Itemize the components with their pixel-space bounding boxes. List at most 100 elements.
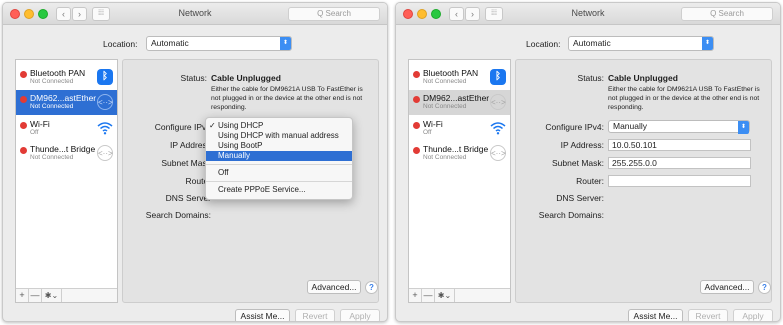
- service-name: DM962...astEther: [30, 93, 97, 103]
- select-arrows-icon: ⬍: [738, 121, 749, 134]
- status-dot: [413, 122, 420, 129]
- location-label: Location:: [526, 39, 561, 49]
- subnet-mask-label: Subnet Mask:: [552, 158, 604, 168]
- service-status: Not Connected: [423, 154, 467, 161]
- network-window-manual-config: ‹ › ⁞⁞⁞ Network Q Search Location: Autom…: [395, 2, 781, 322]
- advanced-button[interactable]: Advanced...: [700, 280, 754, 294]
- assist-me-button[interactable]: Assist Me...: [235, 309, 290, 321]
- service-name: Thunde...t Bridge: [30, 144, 96, 154]
- status-description: Either the cable for DM9621A USB To Fast…: [211, 86, 363, 111]
- advanced-button[interactable]: Advanced...: [307, 280, 361, 294]
- configure-ipv4-label: Configure IPv4:: [545, 122, 604, 132]
- status-description: Either the cable for DM9621A USB To Fast…: [608, 86, 760, 111]
- service-list: Bluetooth PAN Not Connected ᛒ DM962...as…: [408, 59, 511, 303]
- apply-button[interactable]: Apply: [340, 309, 380, 321]
- status-dot: [413, 71, 420, 78]
- configure-ipv4-value: Manually: [613, 121, 648, 131]
- service-status: Not Connected: [30, 78, 74, 85]
- remove-service-button[interactable]: —: [422, 289, 435, 302]
- service-usb-ethernet[interactable]: DM962...astEther Not Connected <··>: [409, 90, 510, 115]
- service-wifi[interactable]: Wi-Fi Off: [409, 116, 510, 141]
- wifi-icon: [97, 122, 113, 135]
- status-value: Cable Unplugged: [211, 73, 281, 83]
- checkmark-icon: ✓: [209, 121, 216, 130]
- dns-server-label: DNS Server: [165, 193, 211, 203]
- search-domains-label: Search Domains:: [145, 210, 211, 220]
- service-thunderbolt-bridge[interactable]: Thunde...t Bridge Not Connected <··>: [16, 141, 117, 166]
- help-button[interactable]: ?: [758, 281, 771, 294]
- service-detail-panel: Status: Cable Unplugged Either the cable…: [515, 59, 772, 303]
- help-button[interactable]: ?: [365, 281, 378, 294]
- service-usb-ethernet[interactable]: DM962...astEther Not Connected <··>: [16, 90, 117, 115]
- select-arrows-icon: ⬍: [280, 37, 291, 50]
- ip-address-label: IP Address: [170, 140, 211, 150]
- status-label: Status:: [577, 73, 604, 83]
- menu-item-manually[interactable]: Manually: [206, 151, 352, 161]
- service-list: Bluetooth PAN Not Connected ᛒ DM962...as…: [15, 59, 118, 303]
- status-dot: [20, 147, 27, 154]
- service-name: Wi-Fi: [30, 119, 50, 129]
- service-status: Not Connected: [423, 78, 467, 85]
- menu-item-off[interactable]: Off: [206, 168, 352, 178]
- status-dot: [20, 71, 27, 78]
- remove-service-button[interactable]: —: [29, 289, 42, 302]
- assist-me-button[interactable]: Assist Me...: [628, 309, 683, 321]
- search-domains-label: Search Domains:: [538, 210, 604, 220]
- service-status: Not Connected: [423, 103, 467, 110]
- service-status: Off: [30, 129, 39, 136]
- service-status: Off: [423, 129, 432, 136]
- service-name: DM962...astEther: [423, 93, 490, 103]
- gear-icon[interactable]: ✱⌄: [435, 289, 455, 302]
- search-input[interactable]: Q Search: [288, 7, 380, 21]
- router-label: Router: [185, 176, 211, 186]
- status-dot: [413, 96, 420, 103]
- bluetooth-icon: ᛒ: [490, 69, 506, 85]
- status-dot: [413, 147, 420, 154]
- service-wifi[interactable]: Wi-Fi Off: [16, 116, 117, 141]
- service-name: Bluetooth PAN: [30, 68, 86, 78]
- router-field[interactable]: [608, 175, 751, 187]
- location-value: Automatic: [151, 38, 189, 48]
- status-dot: [20, 122, 27, 129]
- location-select[interactable]: Automatic ⬍: [146, 36, 292, 51]
- location-select[interactable]: Automatic ⬍: [568, 36, 714, 51]
- service-name: Bluetooth PAN: [423, 68, 479, 78]
- configure-ipv4-label: Configure IPv4: [154, 122, 211, 132]
- ethernet-dots-icon: <··>: [97, 94, 113, 110]
- add-service-button[interactable]: +: [409, 289, 422, 302]
- ethernet-dots-icon: <··>: [490, 94, 506, 110]
- titlebar: ‹ › ⁞⁞⁞ Network Q Search: [396, 3, 780, 25]
- add-service-button[interactable]: +: [16, 289, 29, 302]
- menu-separator: [206, 164, 352, 165]
- menu-item-create-pppoe[interactable]: Create PPPoE Service...: [206, 185, 352, 195]
- gear-icon[interactable]: ✱⌄: [42, 289, 62, 302]
- wifi-icon: [490, 122, 506, 135]
- service-bluetooth-pan[interactable]: Bluetooth PAN Not Connected ᛒ: [409, 65, 510, 90]
- select-arrows-icon: ⬍: [702, 37, 713, 50]
- subnet-mask-field[interactable]: 255.255.0.0: [608, 157, 751, 169]
- configure-ipv4-select[interactable]: Manually ⬍: [608, 120, 750, 134]
- search-input[interactable]: Q Search: [681, 7, 773, 21]
- bridge-dots-icon: <··>: [490, 145, 506, 161]
- service-status: Not Connected: [30, 103, 74, 110]
- status-label: Status:: [180, 73, 207, 83]
- menu-item-dhcp-manual[interactable]: Using DHCP with manual address: [206, 131, 352, 141]
- apply-button[interactable]: Apply: [733, 309, 773, 321]
- location-label: Location:: [103, 39, 138, 49]
- subnet-mask-label: Subnet Mask: [161, 158, 211, 168]
- ip-address-label: IP Address:: [560, 140, 604, 150]
- status-value: Cable Unplugged: [608, 73, 678, 83]
- service-thunderbolt-bridge[interactable]: Thunde...t Bridge Not Connected <··>: [409, 141, 510, 166]
- menu-item-bootp[interactable]: Using BootP: [206, 141, 352, 151]
- ip-address-field[interactable]: 10.0.50.101: [608, 139, 751, 151]
- revert-button[interactable]: Revert: [295, 309, 335, 321]
- menu-item-using-dhcp[interactable]: ✓ Using DHCP: [206, 121, 352, 131]
- service-status: Not Connected: [30, 154, 74, 161]
- dns-server-label: DNS Server:: [556, 193, 604, 203]
- service-name: Wi-Fi: [423, 119, 443, 129]
- bluetooth-icon: ᛒ: [97, 69, 113, 85]
- service-bluetooth-pan[interactable]: Bluetooth PAN Not Connected ᛒ: [16, 65, 117, 90]
- revert-button[interactable]: Revert: [688, 309, 728, 321]
- status-dot: [20, 96, 27, 103]
- titlebar: ‹ › ⁞⁞⁞ Network Q Search: [3, 3, 387, 25]
